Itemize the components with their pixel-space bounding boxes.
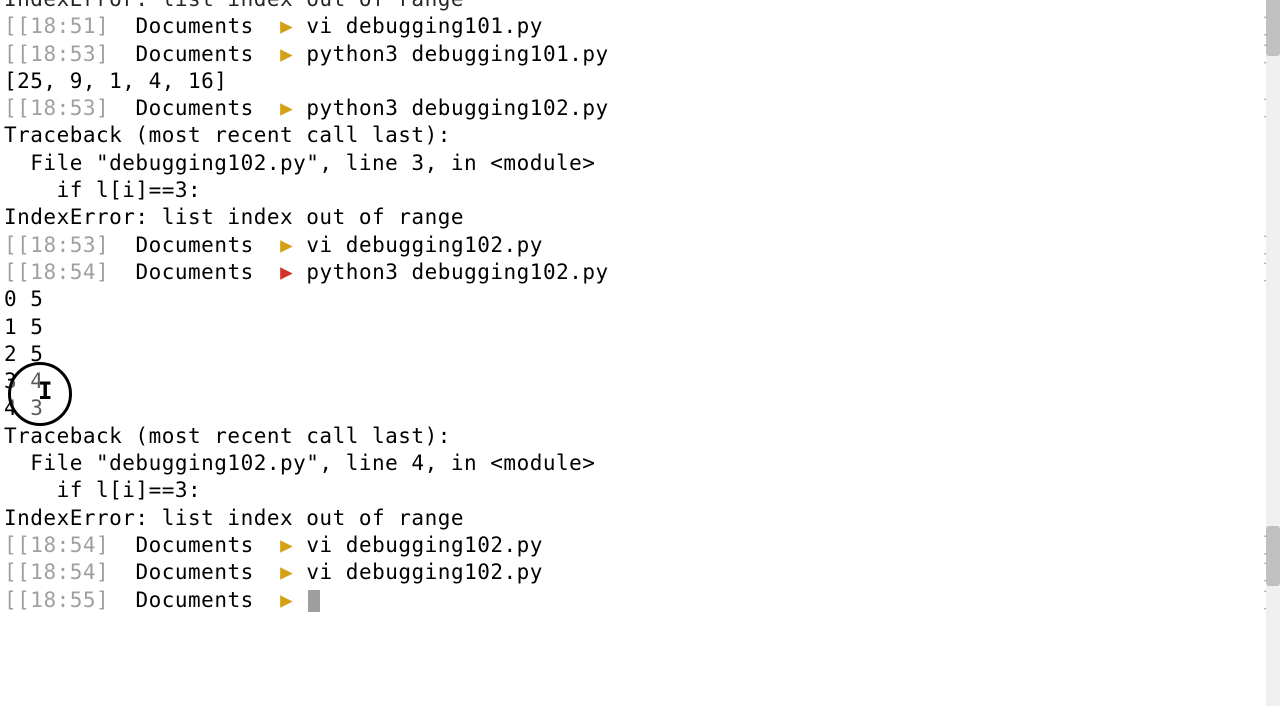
output-line: if l[i]==3: — [4, 177, 1276, 204]
output-line: 4 3 — [4, 395, 1276, 422]
prompt-arrow-icon: ▶ — [280, 533, 293, 557]
output-line: IndexError: list index out of range — [4, 204, 1276, 231]
prompt-dir: Documents — [135, 260, 253, 284]
prompt-time: [18:55] — [17, 588, 109, 612]
output-line: File "debugging102.py", line 4, in <modu… — [4, 450, 1276, 477]
prompt-dir: Documents — [135, 533, 253, 557]
prompt-arrow-icon: ▶ — [280, 42, 293, 66]
prompt-arrow-icon: ▶ — [280, 560, 293, 584]
prompt-dir: Documents — [135, 96, 253, 120]
prompt-arrow-icon: ▶ — [280, 260, 293, 284]
output-line: 0 5 — [4, 286, 1276, 313]
prompt-command: vi debugging101.py — [306, 14, 543, 38]
prompt-command: python3 debugging102.py — [306, 260, 608, 284]
prompt-dir: Documents — [135, 233, 253, 257]
scrollbar-thumb[interactable] — [1266, 0, 1280, 56]
output-line: IndexError: list index out of range — [4, 0, 1276, 13]
prompt-time: [18:54] — [17, 560, 109, 584]
prompt-dir: Documents — [135, 588, 253, 612]
prompt-dir: Documents — [135, 14, 253, 38]
prompt-open-bracket: [ — [4, 42, 17, 66]
prompt-arrow-icon: ▶ — [280, 14, 293, 38]
prompt-time: [18:53] — [17, 42, 109, 66]
prompt-command: vi debugging102.py — [306, 560, 543, 584]
prompt-command: vi debugging102.py — [306, 533, 543, 557]
output-line: 1 5 — [4, 314, 1276, 341]
prompt-open-bracket: [ — [4, 14, 17, 38]
prompt-open-bracket: [ — [4, 533, 17, 557]
prompt-line: [[18:53] Documents ▶ vi debugging102.py] — [4, 232, 1276, 259]
prompt-open-bracket: [ — [4, 560, 17, 584]
output-line: 3 4 — [4, 368, 1276, 395]
prompt-open-bracket: [ — [4, 588, 17, 612]
output-line: [25, 9, 1, 4, 16] — [4, 68, 1276, 95]
prompt-line: [[18:53] Documents ▶ python3 debugging10… — [4, 95, 1276, 122]
terminal-cursor[interactable] — [308, 590, 320, 612]
prompt-line: [[18:54] Documents ▶ vi debugging102.py] — [4, 559, 1276, 586]
output-line: File "debugging102.py", line 3, in <modu… — [4, 150, 1276, 177]
prompt-command: vi debugging102.py — [306, 233, 543, 257]
output-line: if l[i]==3: — [4, 477, 1276, 504]
prompt-line: [[18:54] Documents ▶ vi debugging102.py] — [4, 532, 1276, 559]
output-line: IndexError: list index out of range — [4, 505, 1276, 532]
output-line: 2 5 — [4, 341, 1276, 368]
prompt-open-bracket: [ — [4, 233, 17, 257]
prompt-line: [[18:55] Documents ▶ ] — [4, 587, 1276, 614]
output-line: Traceback (most recent call last): — [4, 423, 1276, 450]
output-line: Traceback (most recent call last): — [4, 122, 1276, 149]
prompt-line: [[18:51] Documents ▶ vi debugging101.py] — [4, 13, 1276, 40]
prompt-arrow-icon: ▶ — [280, 96, 293, 120]
prompt-arrow-icon: ▶ — [280, 588, 293, 612]
prompt-dir: Documents — [135, 560, 253, 584]
prompt-time: [18:53] — [17, 233, 109, 257]
prompt-line: [[18:53] Documents ▶ python3 debugging10… — [4, 41, 1276, 68]
prompt-open-bracket: [ — [4, 260, 17, 284]
prompt-arrow-icon: ▶ — [280, 233, 293, 257]
prompt-time: [18:54] — [17, 533, 109, 557]
scrollbar-thumb[interactable] — [1266, 526, 1280, 586]
prompt-dir: Documents — [135, 42, 253, 66]
prompt-line: [[18:54] Documents ▶ python3 debugging10… — [4, 259, 1276, 286]
prompt-time: [18:54] — [17, 260, 109, 284]
prompt-command: python3 debugging101.py — [306, 42, 608, 66]
prompt-command: python3 debugging102.py — [306, 96, 608, 120]
prompt-open-bracket: [ — [4, 96, 17, 120]
prompt-time: [18:51] — [17, 14, 109, 38]
terminal-output[interactable]: IndexError: list index out of range[[18:… — [4, 0, 1276, 614]
prompt-time: [18:53] — [17, 96, 109, 120]
scrollbar-track[interactable] — [1266, 0, 1280, 706]
